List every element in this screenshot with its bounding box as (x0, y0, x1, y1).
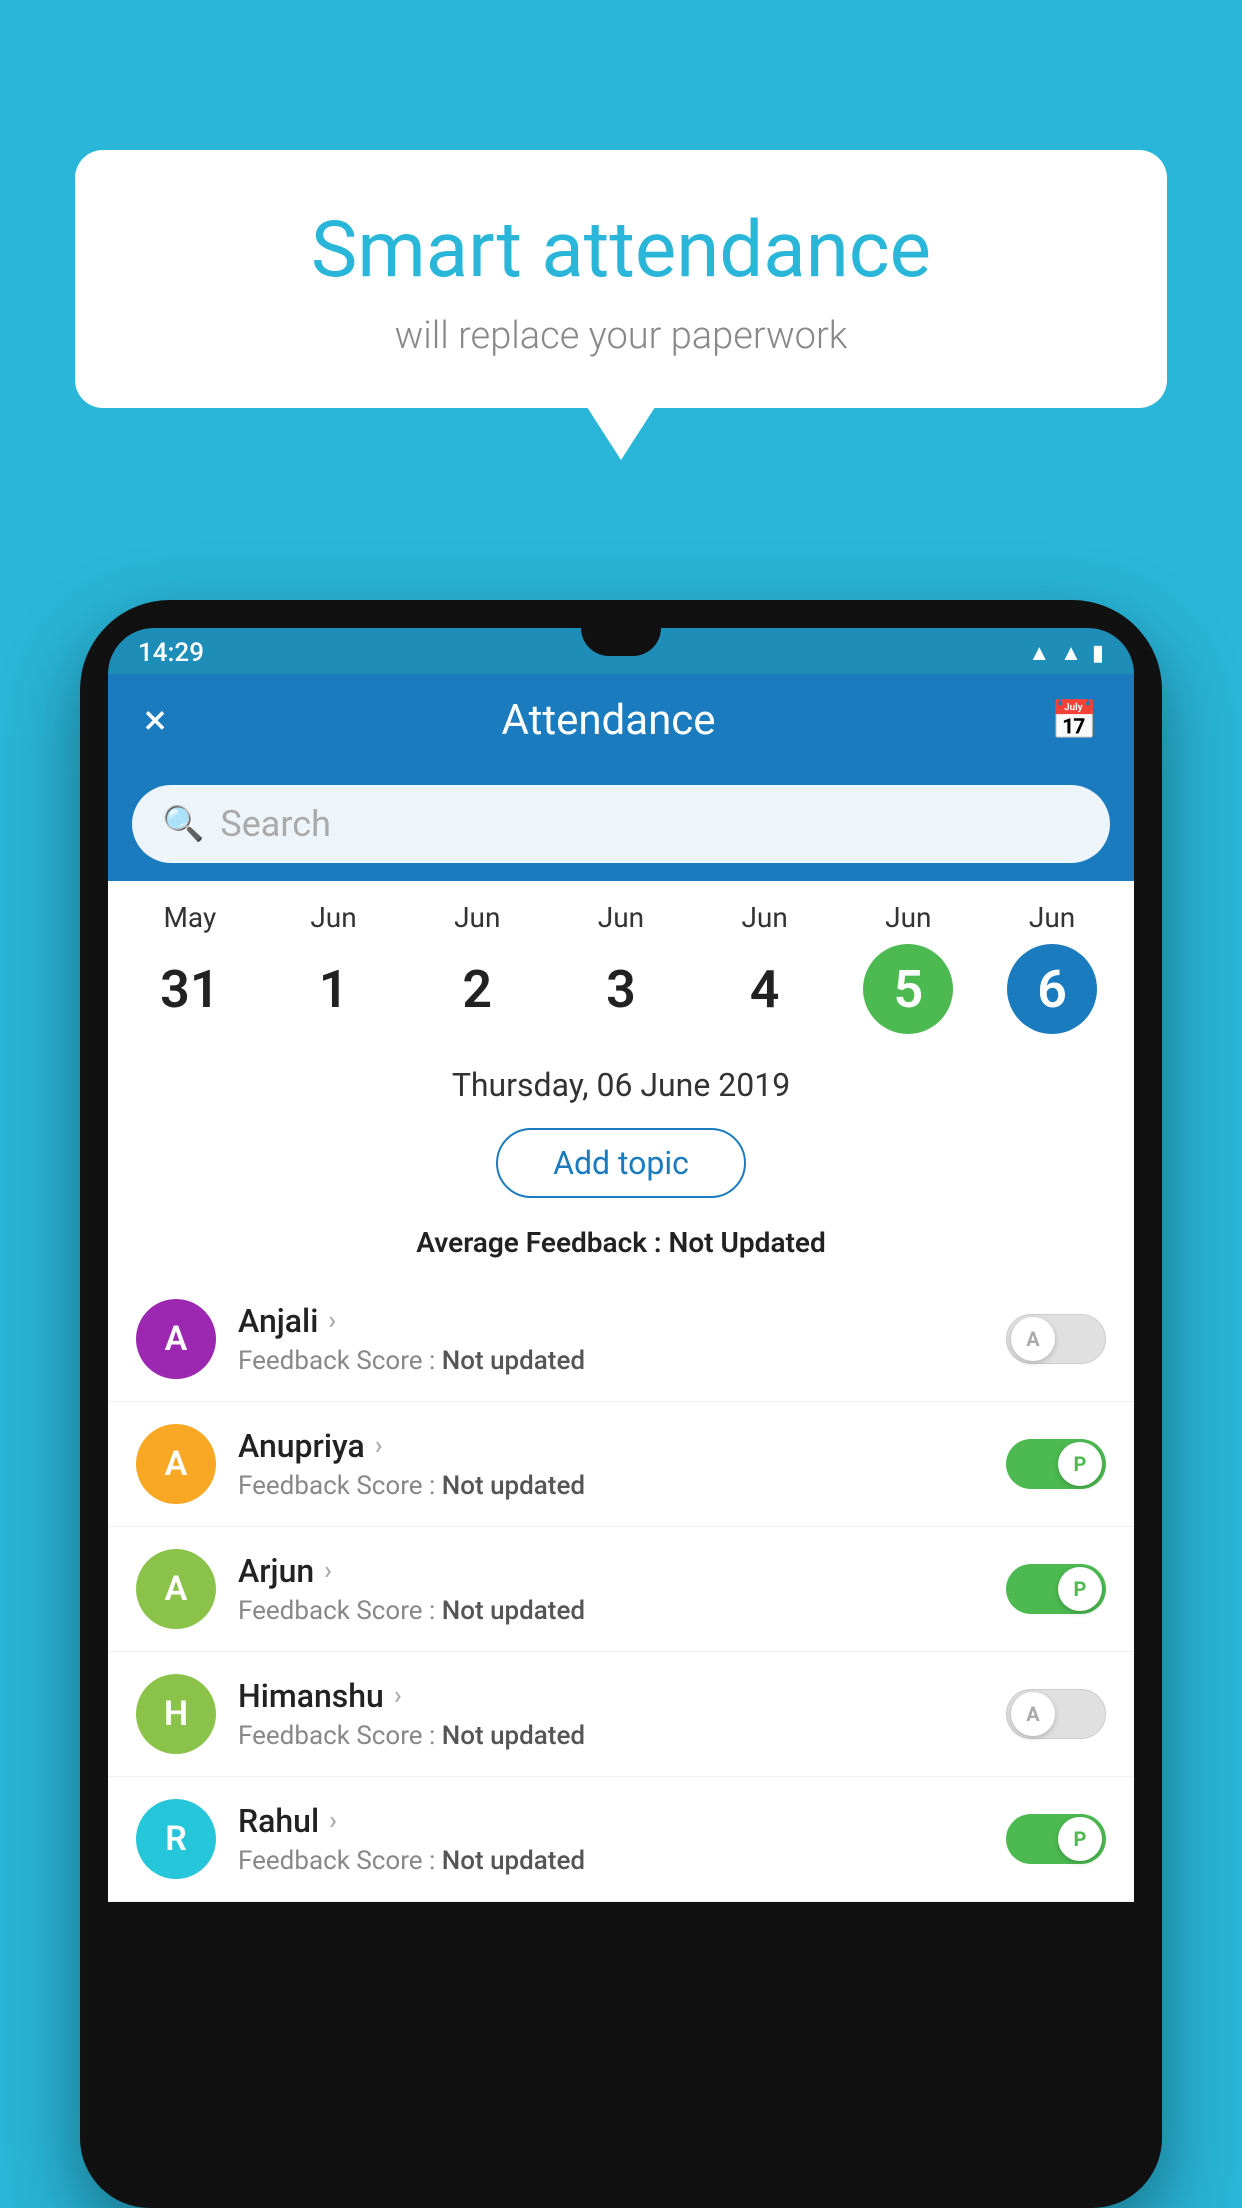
add-topic-button[interactable]: Add topic (496, 1128, 746, 1198)
attendance-toggle-2[interactable]: P (1006, 1564, 1106, 1614)
attendance-toggle-3[interactable]: A (1006, 1689, 1106, 1739)
bubble-subtitle: will replace your paperwork (135, 314, 1107, 358)
search-bar-container: 🔍 Search (108, 767, 1134, 881)
bubble-title: Smart attendance (135, 205, 1107, 296)
chevron-icon-1: › (375, 1431, 383, 1461)
cal-date-5[interactable]: 5 (863, 944, 953, 1034)
student-item-0[interactable]: A Anjali › Feedback Score : Not updated A (108, 1277, 1134, 1402)
wifi-icon: ▲ (1028, 640, 1050, 666)
app-header: × Attendance 📅 (108, 674, 1134, 767)
cal-day-6[interactable]: Jun 6 (1002, 901, 1102, 1034)
cal-day-5[interactable]: Jun 5 (858, 901, 958, 1034)
cal-date-4[interactable]: 4 (720, 944, 810, 1034)
cal-day-1[interactable]: Jun 1 (284, 901, 384, 1034)
attendance-toggle-1[interactable]: P (1006, 1439, 1106, 1489)
app-title: Attendance (502, 696, 716, 745)
student-item-3[interactable]: H Himanshu › Feedback Score : Not updated A (108, 1652, 1134, 1777)
cal-date-1[interactable]: 1 (289, 944, 379, 1034)
toggle-knob-1: P (1058, 1442, 1102, 1486)
avg-feedback-label: Average Feedback : (416, 1226, 661, 1259)
student-avatar-3: H (136, 1674, 216, 1754)
battery-icon: ▮ (1092, 641, 1104, 666)
search-bar[interactable]: 🔍 Search (132, 785, 1110, 863)
attendance-toggle-0[interactable]: A (1006, 1314, 1106, 1364)
student-name-2: Arjun › (238, 1552, 984, 1590)
cal-date-3[interactable]: 3 (576, 944, 666, 1034)
student-avatar-4: R (136, 1799, 216, 1879)
add-topic-container: Add topic (108, 1116, 1134, 1218)
status-icons: ▲ ▲ ▮ (1028, 640, 1104, 666)
phone-screen: × Attendance 📅 🔍 Search May31Jun1Jun2Jun… (108, 674, 1134, 1902)
student-item-1[interactable]: A Anupriya › Feedback Score : Not updated P (108, 1402, 1134, 1527)
search-placeholder: Search (220, 803, 331, 845)
calendar-strip: May 31 Jun 1 Jun 2 Jun 3 Jun 4 Jun 5 Jun 6 (108, 881, 1134, 1044)
selected-date: Thursday, 06 June 2019 (108, 1044, 1134, 1116)
student-item-2[interactable]: A Arjun › Feedback Score : Not updated P (108, 1527, 1134, 1652)
signal-icon: ▲ (1060, 640, 1082, 666)
speech-bubble-container: Smart attendance will replace your paper… (75, 150, 1167, 408)
cal-month-0: May (163, 901, 216, 934)
student-feedback-1: Feedback Score : Not updated (238, 1471, 984, 1501)
cal-month-1: Jun (310, 901, 356, 934)
student-feedback-0: Feedback Score : Not updated (238, 1346, 984, 1376)
cal-date-0[interactable]: 31 (145, 944, 235, 1034)
cal-day-3[interactable]: Jun 3 (571, 901, 671, 1034)
student-avatar-2: A (136, 1549, 216, 1629)
student-info-1: Anupriya › Feedback Score : Not updated (238, 1427, 984, 1501)
chevron-icon-0: › (328, 1306, 336, 1336)
speech-bubble: Smart attendance will replace your paper… (75, 150, 1167, 408)
cal-day-4[interactable]: Jun 4 (715, 901, 815, 1034)
chevron-icon-4: › (329, 1806, 337, 1836)
student-list: AAnjali ›Feedback Score : Not updatedAAA… (108, 1277, 1134, 1902)
student-name-0: Anjali › (238, 1302, 984, 1340)
toggle-knob-4: P (1058, 1817, 1102, 1861)
calendar-icon[interactable]: 📅 (1051, 699, 1098, 743)
cal-month-6: Jun (1029, 901, 1075, 934)
toggle-knob-3: A (1011, 1692, 1055, 1736)
student-name-4: Rahul › (238, 1802, 984, 1840)
cal-date-2[interactable]: 2 (432, 944, 522, 1034)
phone-frame: 14:29 ▲ ▲ ▮ × Attendance 📅 🔍 Search May 3… (80, 600, 1162, 2208)
search-icon: 🔍 (162, 804, 204, 844)
cal-date-6[interactable]: 6 (1007, 944, 1097, 1034)
student-info-2: Arjun › Feedback Score : Not updated (238, 1552, 984, 1626)
student-info-3: Himanshu › Feedback Score : Not updated (238, 1677, 984, 1751)
close-button[interactable]: × (144, 696, 166, 745)
student-item-4[interactable]: R Rahul › Feedback Score : Not updated P (108, 1777, 1134, 1902)
avg-feedback-value: Not Updated (669, 1226, 826, 1259)
student-info-4: Rahul › Feedback Score : Not updated (238, 1802, 984, 1876)
student-info-0: Anjali › Feedback Score : Not updated (238, 1302, 984, 1376)
phone-time: 14:29 (138, 638, 204, 668)
student-name-1: Anupriya › (238, 1427, 984, 1465)
cal-month-3: Jun (598, 901, 644, 934)
student-avatar-1: A (136, 1424, 216, 1504)
cal-day-0[interactable]: May 31 (140, 901, 240, 1034)
cal-month-5: Jun (885, 901, 931, 934)
chevron-icon-2: › (324, 1556, 332, 1586)
student-avatar-0: A (136, 1299, 216, 1379)
cal-day-2[interactable]: Jun 2 (427, 901, 527, 1034)
avg-feedback: Average Feedback : Not Updated (108, 1218, 1134, 1277)
attendance-toggle-4[interactable]: P (1006, 1814, 1106, 1864)
student-feedback-4: Feedback Score : Not updated (238, 1846, 984, 1876)
cal-month-2: Jun (454, 901, 500, 934)
toggle-knob-0: A (1011, 1317, 1055, 1361)
cal-month-4: Jun (741, 901, 787, 934)
student-name-3: Himanshu › (238, 1677, 984, 1715)
chevron-icon-3: › (394, 1681, 402, 1711)
student-feedback-2: Feedback Score : Not updated (238, 1596, 984, 1626)
toggle-knob-2: P (1058, 1567, 1102, 1611)
student-feedback-3: Feedback Score : Not updated (238, 1721, 984, 1751)
